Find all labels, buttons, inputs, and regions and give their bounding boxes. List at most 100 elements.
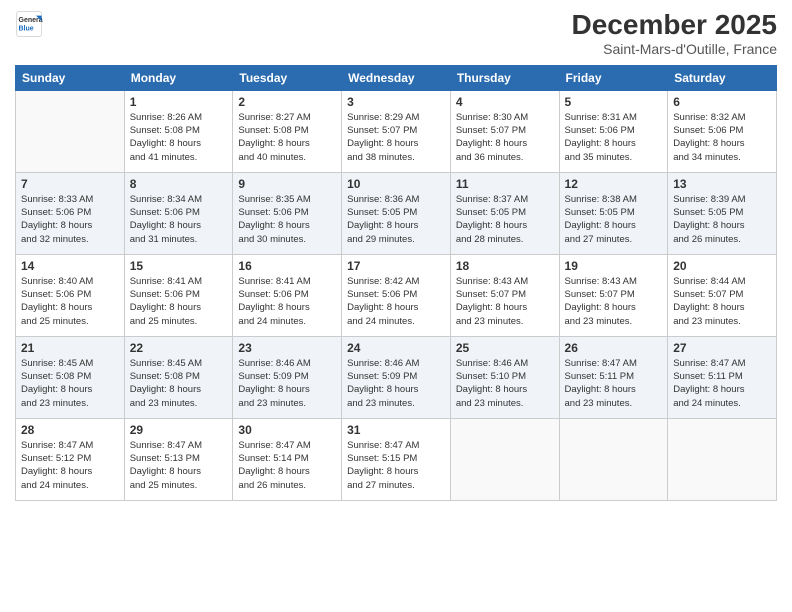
calendar-header-monday: Monday xyxy=(124,65,233,90)
day-number: 20 xyxy=(673,259,771,273)
calendar-cell: 31 Sunrise: 8:47 AM Sunset: 5:15 PM Dayli… xyxy=(342,418,451,500)
logo: General Blue General Blue xyxy=(15,10,43,38)
svg-text:Blue: Blue xyxy=(19,25,34,32)
calendar-cell xyxy=(668,418,777,500)
day-number: 2 xyxy=(238,95,336,109)
calendar-header-thursday: Thursday xyxy=(450,65,559,90)
calendar-header-saturday: Saturday xyxy=(668,65,777,90)
day-number: 27 xyxy=(673,341,771,355)
calendar-header-tuesday: Tuesday xyxy=(233,65,342,90)
calendar-cell: 3Sunrise: 8:29 AM Sunset: 5:07 PM Daylig… xyxy=(342,90,451,172)
day-info: Sunrise: 8:47 AM Sunset: 5:11 PM Dayligh… xyxy=(673,357,771,410)
day-info: Sunrise: 8:29 AM Sunset: 5:07 PM Dayligh… xyxy=(347,111,445,164)
calendar-cell xyxy=(559,418,668,500)
day-info: Sunrise: 8:45 AM Sunset: 5:08 PM Dayligh… xyxy=(21,357,119,410)
calendar-cell: 28Sunrise: 8:47 AM Sunset: 5:12 PM Dayli… xyxy=(16,418,125,500)
calendar-header-sunday: Sunday xyxy=(16,65,125,90)
calendar-cell: 23 Sunrise: 8:46 AM Sunset: 5:09 PM Dayli… xyxy=(233,336,342,418)
calendar-cell: 26 Sunrise: 8:47 AM Sunset: 5:11 PM Dayli… xyxy=(559,336,668,418)
day-number: 1 xyxy=(130,95,228,109)
day-info: Sunrise: 8:43 AM Sunset: 5:07 PM Dayligh… xyxy=(565,275,663,328)
day-info: Sunrise: 8:36 AM Sunset: 5:05 PM Dayligh… xyxy=(347,193,445,246)
day-number: 19 xyxy=(565,259,663,273)
day-number: 12 xyxy=(565,177,663,191)
location: Saint-Mars-d'Outille, France xyxy=(572,41,777,57)
day-info: Sunrise: 8:31 AM Sunset: 5:06 PM Dayligh… xyxy=(565,111,663,164)
calendar-cell: 30 Sunrise: 8:47 AM Sunset: 5:14 PM Dayli… xyxy=(233,418,342,500)
day-info: Sunrise: 8:26 AM Sunset: 5:08 PM Dayligh… xyxy=(130,111,228,164)
calendar-cell: 7 Sunrise: 8:33 AM Sunset: 5:06 PM Daylig… xyxy=(16,172,125,254)
calendar-cell xyxy=(16,90,125,172)
calendar-cell: 27 Sunrise: 8:47 AM Sunset: 5:11 PM Dayli… xyxy=(668,336,777,418)
calendar-cell: 2 Sunrise: 8:27 AM Sunset: 5:08 PM Daylig… xyxy=(233,90,342,172)
calendar-header-wednesday: Wednesday xyxy=(342,65,451,90)
day-number: 7 xyxy=(21,177,119,191)
calendar-cell: 1 Sunrise: 8:26 AM Sunset: 5:08 PM Daylig… xyxy=(124,90,233,172)
day-number: 17 xyxy=(347,259,445,273)
day-number: 18 xyxy=(456,259,554,273)
day-info: Sunrise: 8:33 AM Sunset: 5:06 PM Dayligh… xyxy=(21,193,119,246)
calendar-week-2: 7 Sunrise: 8:33 AM Sunset: 5:06 PM Daylig… xyxy=(16,172,777,254)
calendar-cell: 21 Sunrise: 8:45 AM Sunset: 5:08 PM Dayli… xyxy=(16,336,125,418)
day-info: Sunrise: 8:27 AM Sunset: 5:08 PM Dayligh… xyxy=(238,111,336,164)
day-number: 8 xyxy=(130,177,228,191)
day-number: 21 xyxy=(21,341,119,355)
day-number: 14 xyxy=(21,259,119,273)
calendar: SundayMondayTuesdayWednesdayThursdayFrid… xyxy=(15,65,777,501)
day-info: Sunrise: 8:47 AM Sunset: 5:11 PM Dayligh… xyxy=(565,357,663,410)
calendar-week-1: 1 Sunrise: 8:26 AM Sunset: 5:08 PM Daylig… xyxy=(16,90,777,172)
day-number: 24 xyxy=(347,341,445,355)
day-info: Sunrise: 8:38 AM Sunset: 5:05 PM Dayligh… xyxy=(565,193,663,246)
day-info: Sunrise: 8:34 AM Sunset: 5:06 PM Dayligh… xyxy=(130,193,228,246)
day-number: 23 xyxy=(238,341,336,355)
day-number: 30 xyxy=(238,423,336,437)
day-number: 11 xyxy=(456,177,554,191)
day-number: 16 xyxy=(238,259,336,273)
day-info: Sunrise: 8:42 AM Sunset: 5:06 PM Dayligh… xyxy=(347,275,445,328)
calendar-cell: 17 Sunrise: 8:42 AM Sunset: 5:06 PM Dayli… xyxy=(342,254,451,336)
day-number: 15 xyxy=(130,259,228,273)
calendar-week-3: 14Sunrise: 8:40 AM Sunset: 5:06 PM Dayli… xyxy=(16,254,777,336)
calendar-cell: 10 Sunrise: 8:36 AM Sunset: 5:05 PM Dayli… xyxy=(342,172,451,254)
calendar-cell: 15Sunrise: 8:41 AM Sunset: 5:06 PM Dayli… xyxy=(124,254,233,336)
calendar-cell: 19 Sunrise: 8:43 AM Sunset: 5:07 PM Dayli… xyxy=(559,254,668,336)
calendar-cell: 20 Sunrise: 8:44 AM Sunset: 5:07 PM Dayli… xyxy=(668,254,777,336)
day-info: Sunrise: 8:37 AM Sunset: 5:05 PM Dayligh… xyxy=(456,193,554,246)
header: General Blue General Blue December 2025 … xyxy=(15,10,777,57)
day-number: 25 xyxy=(456,341,554,355)
day-number: 28 xyxy=(21,423,119,437)
day-number: 31 xyxy=(347,423,445,437)
day-info: Sunrise: 8:47 AM Sunset: 5:15 PM Dayligh… xyxy=(347,439,445,492)
title-block: December 2025 Saint-Mars-d'Outille, Fran… xyxy=(572,10,777,57)
day-number: 10 xyxy=(347,177,445,191)
calendar-week-5: 28Sunrise: 8:47 AM Sunset: 5:12 PM Dayli… xyxy=(16,418,777,500)
day-info: Sunrise: 8:44 AM Sunset: 5:07 PM Dayligh… xyxy=(673,275,771,328)
calendar-header-friday: Friday xyxy=(559,65,668,90)
page: General Blue General Blue December 2025 … xyxy=(0,0,792,612)
day-info: Sunrise: 8:30 AM Sunset: 5:07 PM Dayligh… xyxy=(456,111,554,164)
day-info: Sunrise: 8:46 AM Sunset: 5:09 PM Dayligh… xyxy=(238,357,336,410)
day-info: Sunrise: 8:43 AM Sunset: 5:07 PM Dayligh… xyxy=(456,275,554,328)
day-number: 5 xyxy=(565,95,663,109)
calendar-cell: 8 Sunrise: 8:34 AM Sunset: 5:06 PM Daylig… xyxy=(124,172,233,254)
calendar-cell: 14Sunrise: 8:40 AM Sunset: 5:06 PM Dayli… xyxy=(16,254,125,336)
calendar-header-row: SundayMondayTuesdayWednesdayThursdayFrid… xyxy=(16,65,777,90)
calendar-cell: 12 Sunrise: 8:38 AM Sunset: 5:05 PM Dayli… xyxy=(559,172,668,254)
month-title: December 2025 xyxy=(572,10,777,41)
calendar-cell: 5 Sunrise: 8:31 AM Sunset: 5:06 PM Daylig… xyxy=(559,90,668,172)
calendar-cell: 4Sunrise: 8:30 AM Sunset: 5:07 PM Daylig… xyxy=(450,90,559,172)
day-info: Sunrise: 8:41 AM Sunset: 5:06 PM Dayligh… xyxy=(238,275,336,328)
day-number: 26 xyxy=(565,341,663,355)
day-info: Sunrise: 8:47 AM Sunset: 5:14 PM Dayligh… xyxy=(238,439,336,492)
day-number: 29 xyxy=(130,423,228,437)
calendar-cell: 13Sunrise: 8:39 AM Sunset: 5:05 PM Dayli… xyxy=(668,172,777,254)
day-info: Sunrise: 8:35 AM Sunset: 5:06 PM Dayligh… xyxy=(238,193,336,246)
calendar-cell: 24Sunrise: 8:46 AM Sunset: 5:09 PM Dayli… xyxy=(342,336,451,418)
calendar-cell: 29Sunrise: 8:47 AM Sunset: 5:13 PM Dayli… xyxy=(124,418,233,500)
calendar-week-4: 21 Sunrise: 8:45 AM Sunset: 5:08 PM Dayli… xyxy=(16,336,777,418)
calendar-cell: 22Sunrise: 8:45 AM Sunset: 5:08 PM Dayli… xyxy=(124,336,233,418)
day-number: 9 xyxy=(238,177,336,191)
calendar-cell: 6Sunrise: 8:32 AM Sunset: 5:06 PM Daylig… xyxy=(668,90,777,172)
calendar-cell: 11 Sunrise: 8:37 AM Sunset: 5:05 PM Dayli… xyxy=(450,172,559,254)
calendar-cell: 9 Sunrise: 8:35 AM Sunset: 5:06 PM Daylig… xyxy=(233,172,342,254)
